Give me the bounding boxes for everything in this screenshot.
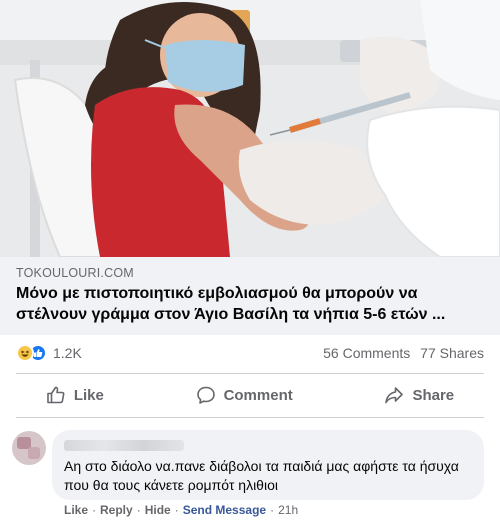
comment-author-name[interactable] xyxy=(64,440,184,451)
like-button-label: Like xyxy=(73,386,104,404)
separator-dot: · xyxy=(174,503,179,517)
reaction-icons xyxy=(16,344,47,362)
comment-button-label: Comment xyxy=(223,386,293,404)
comment-text: Αη στο διάολο να.πανε διάβολοι τα παιδιά… xyxy=(64,458,459,493)
separator-dot: · xyxy=(270,503,275,517)
share-button-label: Share xyxy=(412,386,455,404)
comment-hide-link[interactable]: Hide xyxy=(145,503,171,517)
reaction-count-group[interactable]: 1.2K xyxy=(16,344,82,362)
comment-button[interactable]: Comment xyxy=(196,385,293,405)
divider-bottom xyxy=(16,417,484,418)
divider-top xyxy=(16,373,484,374)
avatar[interactable] xyxy=(12,431,46,465)
send-message-link[interactable]: Send Message xyxy=(183,503,266,517)
shares-count[interactable]: 77 Shares xyxy=(420,345,484,361)
reaction-count: 1.2K xyxy=(53,345,82,361)
comment-like-link[interactable]: Like xyxy=(64,503,88,517)
share-button[interactable]: Share xyxy=(384,385,454,405)
thumbs-up-icon xyxy=(47,386,65,404)
separator-dot: · xyxy=(136,503,141,517)
post-photo[interactable] xyxy=(0,0,500,257)
separator-dot: · xyxy=(92,503,97,517)
like-button[interactable]: Like xyxy=(46,385,104,405)
comment-icon xyxy=(196,386,215,404)
link-domain: TOKOULOURI.COM xyxy=(16,266,134,280)
link-headline[interactable]: Μόνο με πιστοποιητικό εμβολιασμού θα μπο… xyxy=(16,283,484,325)
engagement-counts: 56 Comments 77 Shares xyxy=(317,345,484,361)
share-icon xyxy=(385,387,404,404)
comment-meta: Like · Reply · Hide · Send Message · 21h xyxy=(64,503,298,517)
vaccination-photo xyxy=(0,0,500,257)
link-preview[interactable]: TOKOULOURI.COM Μόνο με πιστοποιητικό εμβ… xyxy=(0,257,500,335)
avatar-blur xyxy=(28,447,40,459)
comment-bubble: Αη στο διάολο να.πανε διάβολοι τα παιδιά… xyxy=(52,430,484,500)
comment-timestamp[interactable]: 21h xyxy=(278,503,298,517)
reactions-summary: 1.2K 56 Comments 77 Shares xyxy=(16,342,484,364)
post-actions: Like Comment Share xyxy=(0,378,500,412)
comments-count[interactable]: 56 Comments xyxy=(323,345,410,361)
comment-reply-link[interactable]: Reply xyxy=(100,503,133,517)
haha-icon xyxy=(16,344,34,362)
